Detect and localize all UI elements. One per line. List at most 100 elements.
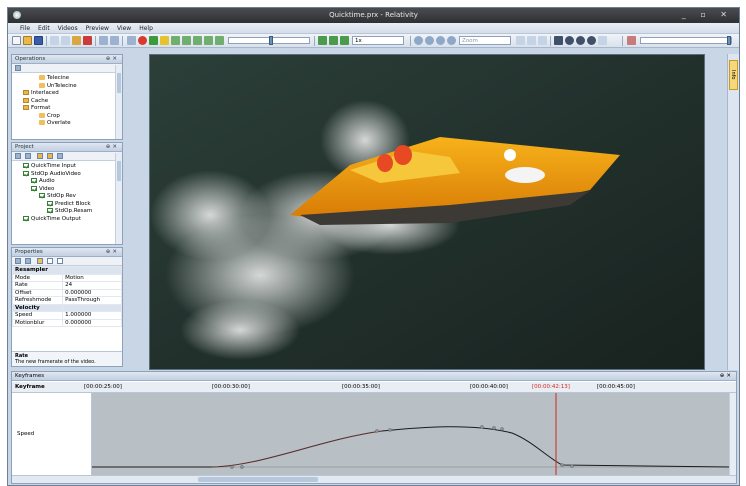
tree-item[interactable]: QuickTime Input (12, 163, 122, 171)
sort-icon[interactable] (15, 65, 21, 71)
marker-options-icon[interactable] (598, 36, 607, 45)
timeline-ruler[interactable]: Keyframe [00:00:25:00] [00:00:30:00] [00:0… (12, 382, 736, 393)
tree-item[interactable]: Cache (12, 97, 122, 106)
marker-prev-icon[interactable] (576, 36, 585, 45)
menu-help[interactable]: Help (135, 23, 157, 32)
delete-icon[interactable] (83, 36, 92, 45)
tree-item[interactable]: Audio (12, 178, 122, 186)
project-tool-icon[interactable] (37, 153, 43, 159)
tree-item[interactable]: Overlate (12, 120, 122, 128)
events-icon[interactable] (47, 258, 53, 264)
curve-smooth-icon[interactable] (527, 36, 536, 45)
info-tab[interactable]: Info (729, 60, 738, 90)
property-value[interactable]: Motion (62, 273, 122, 282)
tree-item[interactable]: StdOp.Resam (12, 208, 122, 216)
categorized-icon[interactable] (15, 258, 21, 264)
tree-item[interactable]: UnTelecine (12, 82, 122, 91)
pause-icon[interactable] (160, 36, 169, 45)
checkbox-icon[interactable] (23, 170, 29, 176)
menu-edit[interactable]: Edit (34, 23, 54, 32)
scroll-thumb[interactable] (117, 161, 121, 181)
play-loop-icon[interactable] (329, 36, 338, 45)
checkbox-icon[interactable] (31, 178, 37, 183)
new-file-icon[interactable] (12, 36, 21, 45)
tree-item[interactable]: Format (12, 105, 122, 113)
volume-icon[interactable] (627, 36, 636, 45)
scroll-thumb[interactable] (198, 477, 318, 482)
property-row[interactable]: Refreshmode PassThrough (12, 296, 122, 305)
property-value[interactable]: 0.000000 (62, 318, 122, 327)
property-row[interactable]: Speed 1.000000 (12, 311, 122, 320)
project-scrollbar[interactable] (115, 153, 122, 244)
panel-pin-close-icons[interactable]: ⊕✕ (106, 143, 119, 152)
project-tool-icon[interactable] (15, 153, 21, 159)
step-forward-icon[interactable] (182, 36, 191, 45)
next-frame-icon[interactable] (204, 36, 213, 45)
tree-item[interactable]: Interlaced (12, 90, 122, 98)
property-value[interactable]: 1.000000 (62, 311, 122, 320)
checkbox-icon[interactable] (47, 208, 53, 213)
refresh-icon[interactable] (318, 36, 327, 45)
tree-item[interactable]: Video (12, 185, 122, 194)
curve-step-icon[interactable] (538, 36, 547, 45)
property-category[interactable]: Resampler (12, 266, 122, 275)
zoom-out-icon[interactable] (425, 36, 434, 45)
speed-curve-graph[interactable] (92, 393, 731, 477)
record-icon[interactable] (138, 36, 147, 45)
panel-pin-close-icons[interactable]: ⊕✕ (720, 372, 733, 381)
panel-pin-close-icons[interactable]: ⊕✕ (106, 55, 119, 64)
property-value[interactable]: PassThrough (62, 296, 122, 305)
checkbox-icon[interactable] (31, 185, 37, 191)
playback-speed-select[interactable]: 1x (352, 36, 404, 45)
panel-pin-close-icons[interactable]: ⊕✕ (106, 248, 119, 257)
slider-thumb[interactable] (269, 36, 273, 45)
operations-scrollbar[interactable] (115, 65, 122, 139)
checkbox-icon[interactable] (23, 215, 29, 221)
go-end-icon[interactable] (215, 36, 224, 45)
property-value[interactable]: 24 (62, 281, 122, 290)
property-category[interactable]: Velocity (12, 303, 122, 312)
project-tool-icon[interactable] (57, 153, 63, 159)
alphabetical-icon[interactable] (25, 258, 31, 264)
menu-view[interactable]: View (113, 23, 135, 32)
project-tool-icon[interactable] (47, 153, 53, 159)
zoom-fit-icon[interactable] (436, 36, 445, 45)
paste-icon[interactable] (72, 36, 81, 45)
property-row[interactable]: Mode Motion (12, 273, 122, 282)
marker-icon[interactable] (565, 36, 574, 45)
redo-icon[interactable] (110, 36, 119, 45)
property-row[interactable]: Rate 24 (12, 281, 122, 290)
copy-icon[interactable] (61, 36, 70, 45)
marker-next-icon[interactable] (587, 36, 596, 45)
zoom-actual-icon[interactable] (447, 36, 456, 45)
tree-item[interactable]: StdOp AudioVideo (12, 170, 122, 179)
timeline-slider[interactable] (228, 36, 310, 45)
tree-item[interactable]: StdOp Rev (12, 193, 122, 201)
checkbox-icon[interactable] (47, 200, 53, 206)
step-back-icon[interactable] (171, 36, 180, 45)
curve-linear-icon[interactable] (516, 36, 525, 45)
property-value[interactable]: 0.000000 (62, 288, 122, 297)
go-start-icon[interactable] (127, 36, 136, 45)
volume-slider[interactable] (640, 36, 732, 45)
open-folder-icon[interactable] (23, 36, 32, 45)
scroll-thumb[interactable] (117, 73, 121, 93)
tree-item[interactable]: Predict Block (12, 200, 122, 209)
properties-icon[interactable] (37, 258, 43, 264)
project-tool-icon[interactable] (25, 153, 31, 159)
menu-videos[interactable]: Videos (54, 23, 82, 32)
cut-icon[interactable] (50, 36, 59, 45)
play-icon[interactable] (149, 36, 158, 45)
pages-icon[interactable] (57, 258, 63, 264)
menu-preview[interactable]: Preview (82, 23, 113, 32)
tree-item[interactable]: QuickTime Output (12, 215, 122, 224)
marker-play-icon[interactable] (554, 36, 563, 45)
fast-forward-icon[interactable] (340, 36, 349, 45)
volume-thumb[interactable] (727, 36, 731, 45)
save-icon[interactable] (34, 36, 43, 45)
keyframes-horizontal-scrollbar[interactable] (12, 475, 736, 483)
tree-item[interactable]: Telecine (12, 75, 122, 83)
speed-track-label[interactable]: Speed (17, 431, 34, 437)
checkbox-icon[interactable] (39, 193, 45, 198)
property-row[interactable]: Motionblur 0.000000 (12, 318, 122, 327)
